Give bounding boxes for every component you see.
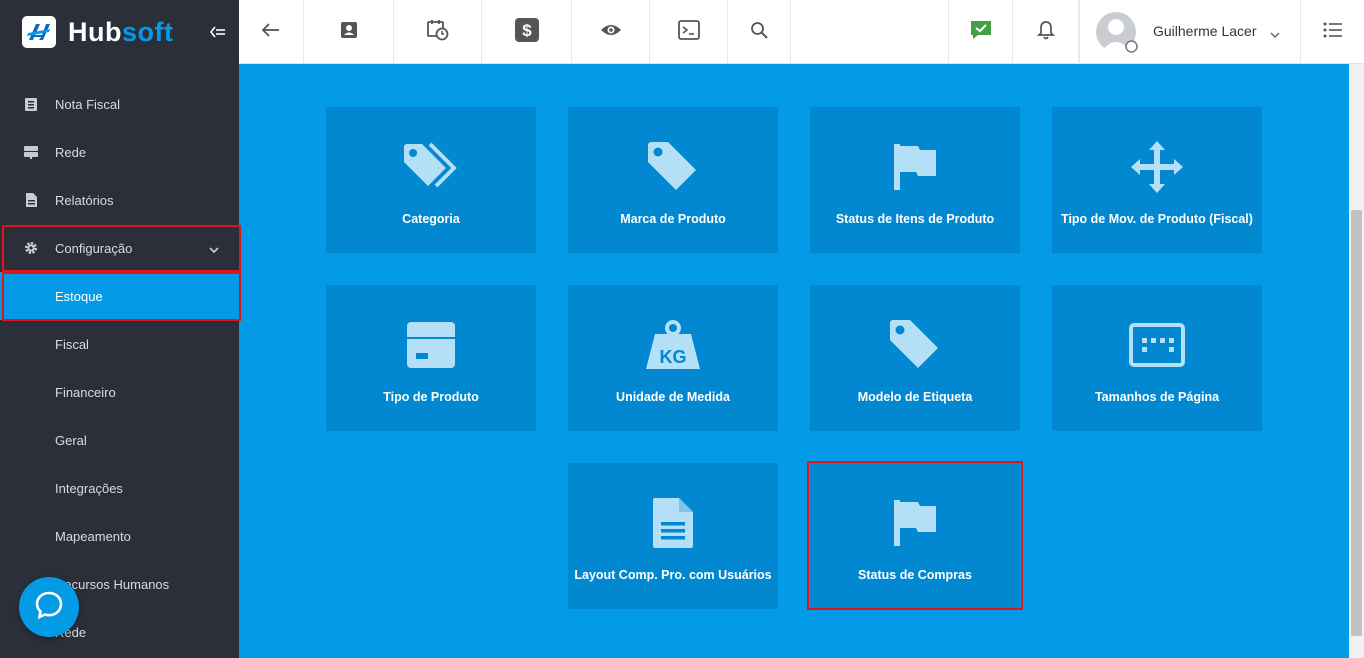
scrollbar-thumb[interactable]	[1351, 210, 1362, 636]
finance-button[interactable]: $	[482, 0, 572, 64]
contacts-button[interactable]	[304, 0, 394, 64]
sidebar-item-financeiro[interactable]: Financeiro	[0, 368, 239, 416]
sidebar-item-geral[interactable]: Geral	[0, 416, 239, 464]
weight-kg-icon: KG	[643, 315, 703, 375]
tile-modelo-de-etiqueta[interactable]: Modelo de Etiqueta	[810, 285, 1020, 431]
sidebar-item-label: Nota Fiscal	[55, 96, 121, 112]
tile-label: Marca de Produto	[620, 212, 726, 226]
tile-unidade-de-medida[interactable]: KG Unidade de Medida	[568, 285, 778, 431]
hubsoft-logo-icon	[22, 16, 56, 48]
tile-tipo-de-produto[interactable]: Tipo de Produto	[326, 285, 536, 431]
chat-bubble-button[interactable]	[19, 577, 79, 637]
svg-text:$: $	[522, 21, 532, 40]
sidebar-item-label: Mapeamento	[55, 528, 131, 544]
document-list-icon	[24, 97, 38, 111]
contact-card-icon	[340, 21, 358, 44]
server-icon	[24, 145, 38, 159]
sidebar-item-rede[interactable]: Rede	[0, 128, 239, 176]
collapse-sidebar-icon[interactable]	[207, 22, 229, 42]
sidebar-item-label: Rede	[55, 144, 87, 160]
tile-status-de-itens-de-produto[interactable]: Status de Itens de Produto	[810, 107, 1020, 253]
sidebar-item-relatorios[interactable]: Relatórios	[0, 176, 239, 224]
back-button[interactable]	[239, 0, 304, 64]
view-button[interactable]	[572, 0, 650, 64]
tile-label: Tamanhos de Página	[1094, 390, 1220, 404]
tile-categoria[interactable]: Categoria	[326, 107, 536, 253]
tile-label: Status de Itens de Produto	[835, 212, 995, 226]
tile-tamanhos-de-pagina[interactable]: Tamanhos de Página	[1052, 285, 1262, 431]
back-arrow-icon	[261, 22, 280, 42]
user-menu[interactable]: Guilherme Lacer	[1079, 0, 1301, 64]
user-name: Guilherme Lacer	[1153, 23, 1257, 39]
brand[interactable]: Hubsoft	[0, 0, 239, 64]
sidebar-nav: Nota Fiscal Rede Relatórios Configuração…	[0, 80, 239, 656]
tile-layout-comp-pro[interactable]: Layout Comp. Pro. com Usuários	[568, 463, 778, 609]
dollar-icon: $	[514, 17, 539, 47]
search-button[interactable]	[728, 0, 791, 64]
file-text-icon	[643, 493, 703, 553]
topbar: $ Guilherme Lacer	[239, 0, 1364, 64]
sidebar-item-label: Geral	[55, 432, 87, 448]
sidebar: Hubsoft Nota Fiscal Rede Relatórios Conf…	[0, 0, 239, 658]
calendar-button[interactable]	[394, 0, 482, 64]
highlight-estoque	[2, 272, 241, 321]
sidebar-item-label: Integrações	[55, 480, 123, 496]
terminal-icon	[677, 19, 700, 45]
box-icon	[401, 315, 461, 375]
user-status-icon	[1125, 40, 1138, 58]
sidebar-item-label: Fiscal	[55, 336, 89, 352]
tag-icon	[643, 137, 703, 197]
search-icon	[750, 21, 768, 44]
page-size-icon	[1127, 315, 1187, 375]
brand-name: Hubsoft	[68, 16, 174, 47]
tag-icon	[885, 315, 945, 375]
tile-label: Categoria	[402, 212, 460, 226]
tile-label: Tipo de Mov. de Produto (Fiscal)	[1061, 212, 1253, 226]
chevron-down-icon	[1270, 26, 1280, 44]
report-icon	[24, 193, 38, 207]
tile-label: Tipo de Produto	[383, 390, 479, 404]
chat-check-icon	[970, 20, 992, 45]
tile-label: Unidade de Medida	[616, 390, 730, 404]
tile-marca-de-produto[interactable]: Marca de Produto	[568, 107, 778, 253]
move-arrows-icon	[1127, 137, 1187, 197]
scrollbar[interactable]	[1349, 64, 1364, 658]
notifications-button[interactable]	[1013, 0, 1079, 64]
sidebar-item-label: Financeiro	[55, 384, 116, 400]
terminal-button[interactable]	[650, 0, 728, 64]
calendar-clock-icon	[426, 19, 449, 46]
sidebar-item-fiscal[interactable]: Fiscal	[0, 320, 239, 368]
highlight-status-de-compras	[807, 461, 1023, 610]
sidebar-item-nota-fiscal[interactable]: Nota Fiscal	[0, 80, 239, 128]
sidebar-item-mapeamento[interactable]: Mapeamento	[0, 512, 239, 560]
sidebar-item-label: Relatórios	[55, 192, 114, 208]
highlight-configuracao	[2, 225, 241, 272]
chat-icon	[34, 590, 64, 625]
tags-icon	[401, 137, 461, 197]
list-menu-icon	[1323, 22, 1343, 43]
menu-button[interactable]	[1301, 0, 1364, 64]
tile-tipo-de-mov-de-produto[interactable]: Tipo de Mov. de Produto (Fiscal)	[1052, 107, 1262, 253]
bell-icon	[1036, 20, 1055, 45]
eye-icon	[600, 23, 622, 42]
tile-label: Layout Comp. Pro. com Usuários	[574, 568, 772, 582]
sidebar-item-integracoes[interactable]: Integrações	[0, 464, 239, 512]
checklist-button[interactable]	[948, 0, 1013, 64]
tile-label: Modelo de Etiqueta	[857, 390, 973, 404]
kg-label: KG	[660, 347, 687, 367]
flag-icon	[885, 137, 945, 197]
